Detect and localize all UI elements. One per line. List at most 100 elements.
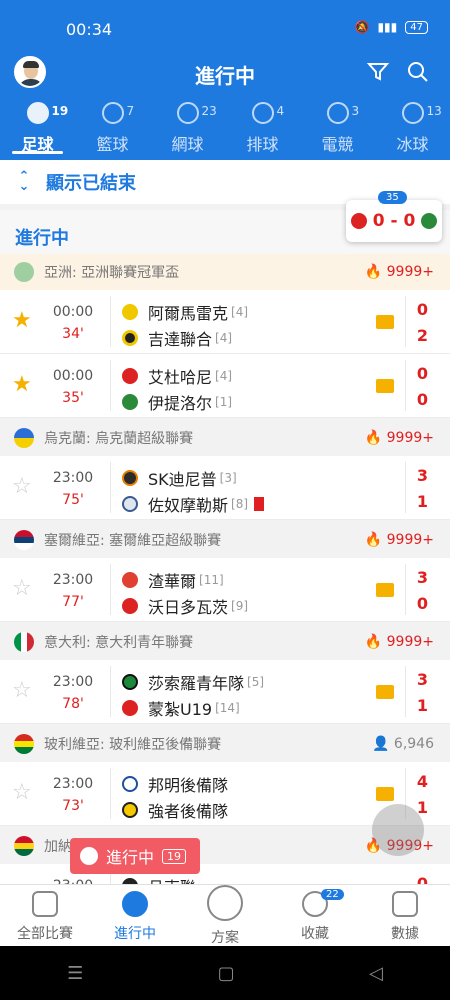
- match-minute: 35': [62, 390, 84, 406]
- league-header[interactable]: 亞洲: 亞洲聯賽冠軍盃 🔥 9999+: [0, 254, 450, 290]
- league-name: 塞爾維亞: 塞爾維亞超級聯賽: [44, 533, 222, 549]
- live-filter-pill[interactable]: 進行中 19: [70, 838, 200, 874]
- tab-tennis[interactable]: 23 網球: [150, 102, 225, 156]
- favorite-star-icon[interactable]: ★: [12, 308, 32, 333]
- nav-data[interactable]: 數據: [360, 885, 450, 946]
- away-score: 0: [416, 390, 428, 409]
- favorites-badge: 22: [321, 889, 344, 900]
- league-header[interactable]: 玻利維亞: 玻利維亞後備聯賽 👤 6,946: [0, 726, 450, 762]
- tab-volleyball[interactable]: 4 排球: [225, 102, 300, 156]
- team-logo: [122, 330, 138, 346]
- match-row[interactable]: ☆ 23:00 75' SK迪尼普 [3] 佐奴摩勒斯 [8] 3 1: [0, 456, 450, 520]
- favorite-star-icon[interactable]: ☆: [12, 576, 32, 601]
- match-row[interactable]: ☆ 23:00 77' 渣華爾 [11] 沃日多瓦茨 [9] 3 0: [0, 558, 450, 622]
- match-row[interactable]: ☆ 23:00 78' 莎索羅青年隊 [5] 蒙紮U19 [14] 3 1: [0, 660, 450, 724]
- asia-flag-icon: [14, 262, 34, 282]
- team-logo: [122, 368, 138, 384]
- football-icon: [26, 102, 49, 124]
- expand-icon: ⌃ ⌄: [18, 169, 30, 194]
- live-pill-count: 19: [162, 848, 187, 864]
- favorite-star-icon[interactable]: ☆: [12, 474, 32, 499]
- match-time: 00:00: [52, 368, 94, 384]
- app-header: 00:34 🔕 ▮▮▮ 47 進行中 19 足球 7 籃球 23 網球 4 排球 3 電競…: [0, 0, 450, 160]
- match-time: 00:00: [52, 304, 94, 320]
- away-team: 蒙紮U19 [14]: [122, 696, 240, 720]
- league-name: 加納: [44, 839, 72, 855]
- favorite-star-icon[interactable]: ☆: [12, 678, 32, 703]
- search-icon[interactable]: [406, 60, 430, 84]
- team-logo: [122, 674, 138, 690]
- match-minute: 73': [62, 798, 84, 814]
- match-row[interactable]: ★ 00:00 35' 艾杜哈尼 [4] 伊提洛尔 [1] 0 0: [0, 354, 450, 418]
- floating-minute: 35: [378, 191, 407, 204]
- tab-hockey[interactable]: 13 冰球: [375, 102, 450, 156]
- odds-icon[interactable]: [376, 583, 394, 597]
- match-time: 23:00: [52, 572, 94, 588]
- odds-icon[interactable]: [376, 685, 394, 699]
- sports-tabs: 19 足球 7 籃球 23 網球 4 排球 3 電競 13 冰球: [0, 102, 450, 156]
- league-name: 玻利維亞: 玻利維亞後備聯賽: [44, 737, 222, 753]
- basketball-icon: [101, 102, 124, 124]
- live-pill-label: 進行中: [106, 848, 155, 867]
- bolivia-flag-icon: [14, 734, 34, 754]
- home-team-logo: [350, 213, 367, 229]
- favorite-star-icon[interactable]: ★: [12, 372, 32, 397]
- match-time: 23:00: [52, 674, 94, 690]
- floating-action-button[interactable]: [372, 804, 424, 856]
- home-team: SK迪尼普 [3]: [122, 466, 237, 490]
- league-heat: 🔥 9999+: [364, 532, 434, 548]
- italy-flag-icon: [14, 632, 34, 652]
- show-ended-label: 顯示已結束: [46, 173, 136, 194]
- league-header[interactable]: 意大利: 意大利青年聯賽 🔥 9999+: [0, 624, 450, 660]
- bottom-nav: 全部比賽 進行中 方案 22 收藏 數據: [0, 884, 450, 946]
- floating-scoreboard[interactable]: 35 0 - 0: [346, 191, 442, 242]
- tab-esports[interactable]: 3 電競: [300, 102, 375, 156]
- home-score: 3: [416, 568, 428, 587]
- league-heat: 🔥 9999+: [364, 264, 434, 280]
- team-logo: [122, 598, 138, 614]
- volleyball-icon: [251, 102, 274, 124]
- match-time: 23:00: [52, 776, 94, 792]
- team-logo: [122, 572, 138, 588]
- tab-football[interactable]: 19 足球: [0, 102, 75, 156]
- home-score: 4: [416, 772, 428, 791]
- odds-icon[interactable]: [376, 315, 394, 329]
- away-score: 2: [416, 326, 428, 345]
- nav-plans[interactable]: 方案: [180, 885, 270, 946]
- home-icon[interactable]: ▢: [218, 963, 235, 984]
- nav-all-matches[interactable]: 全部比賽: [0, 885, 90, 946]
- home-score: 0: [416, 300, 428, 319]
- chart-icon: [392, 891, 418, 917]
- league-header[interactable]: 塞爾維亞: 塞爾維亞超級聯賽 🔥 9999+: [0, 522, 450, 558]
- odds-icon[interactable]: [376, 787, 394, 801]
- play-icon: [122, 891, 148, 917]
- away-team: 伊提洛尔 [1]: [122, 390, 232, 414]
- favorite-star-icon[interactable]: ☆: [12, 780, 32, 805]
- team-logo: [122, 700, 138, 716]
- team-logo: [122, 394, 138, 410]
- ghana-flag-icon: [14, 836, 34, 856]
- away-score: 1: [416, 696, 428, 715]
- menu-icon[interactable]: ☰: [67, 963, 83, 984]
- nav-live[interactable]: 進行中: [90, 885, 180, 946]
- nav-favorites[interactable]: 22 收藏: [270, 885, 360, 946]
- filter-icon[interactable]: [366, 60, 390, 84]
- league-heat: 🔥 9999+: [364, 634, 434, 650]
- team-logo: [122, 304, 138, 320]
- league-heat: 🔥 9999+: [364, 430, 434, 446]
- team-logo: [122, 776, 138, 792]
- match-minute: 78': [62, 696, 84, 712]
- league-name: 烏克蘭: 烏克蘭超級聯賽: [44, 431, 194, 447]
- match-row[interactable]: ★ 00:00 34' 阿爾馬雷克 [4] 吉達聯合 [4] 0 2: [0, 290, 450, 354]
- team-logo: [122, 802, 138, 818]
- team-logo: [122, 496, 138, 512]
- hockey-icon: [401, 102, 424, 124]
- back-icon[interactable]: ◁: [369, 963, 383, 984]
- team-logo: [122, 470, 138, 486]
- home-team: 邦明後備隊: [122, 772, 231, 796]
- league-header[interactable]: 烏克蘭: 烏克蘭超級聯賽 🔥 9999+: [0, 420, 450, 456]
- odds-icon[interactable]: [376, 379, 394, 393]
- tab-basketball[interactable]: 7 籃球: [75, 102, 150, 156]
- league-name: 意大利: 意大利青年聯賽: [44, 635, 194, 651]
- league-viewers: 👤 6,946: [372, 736, 434, 752]
